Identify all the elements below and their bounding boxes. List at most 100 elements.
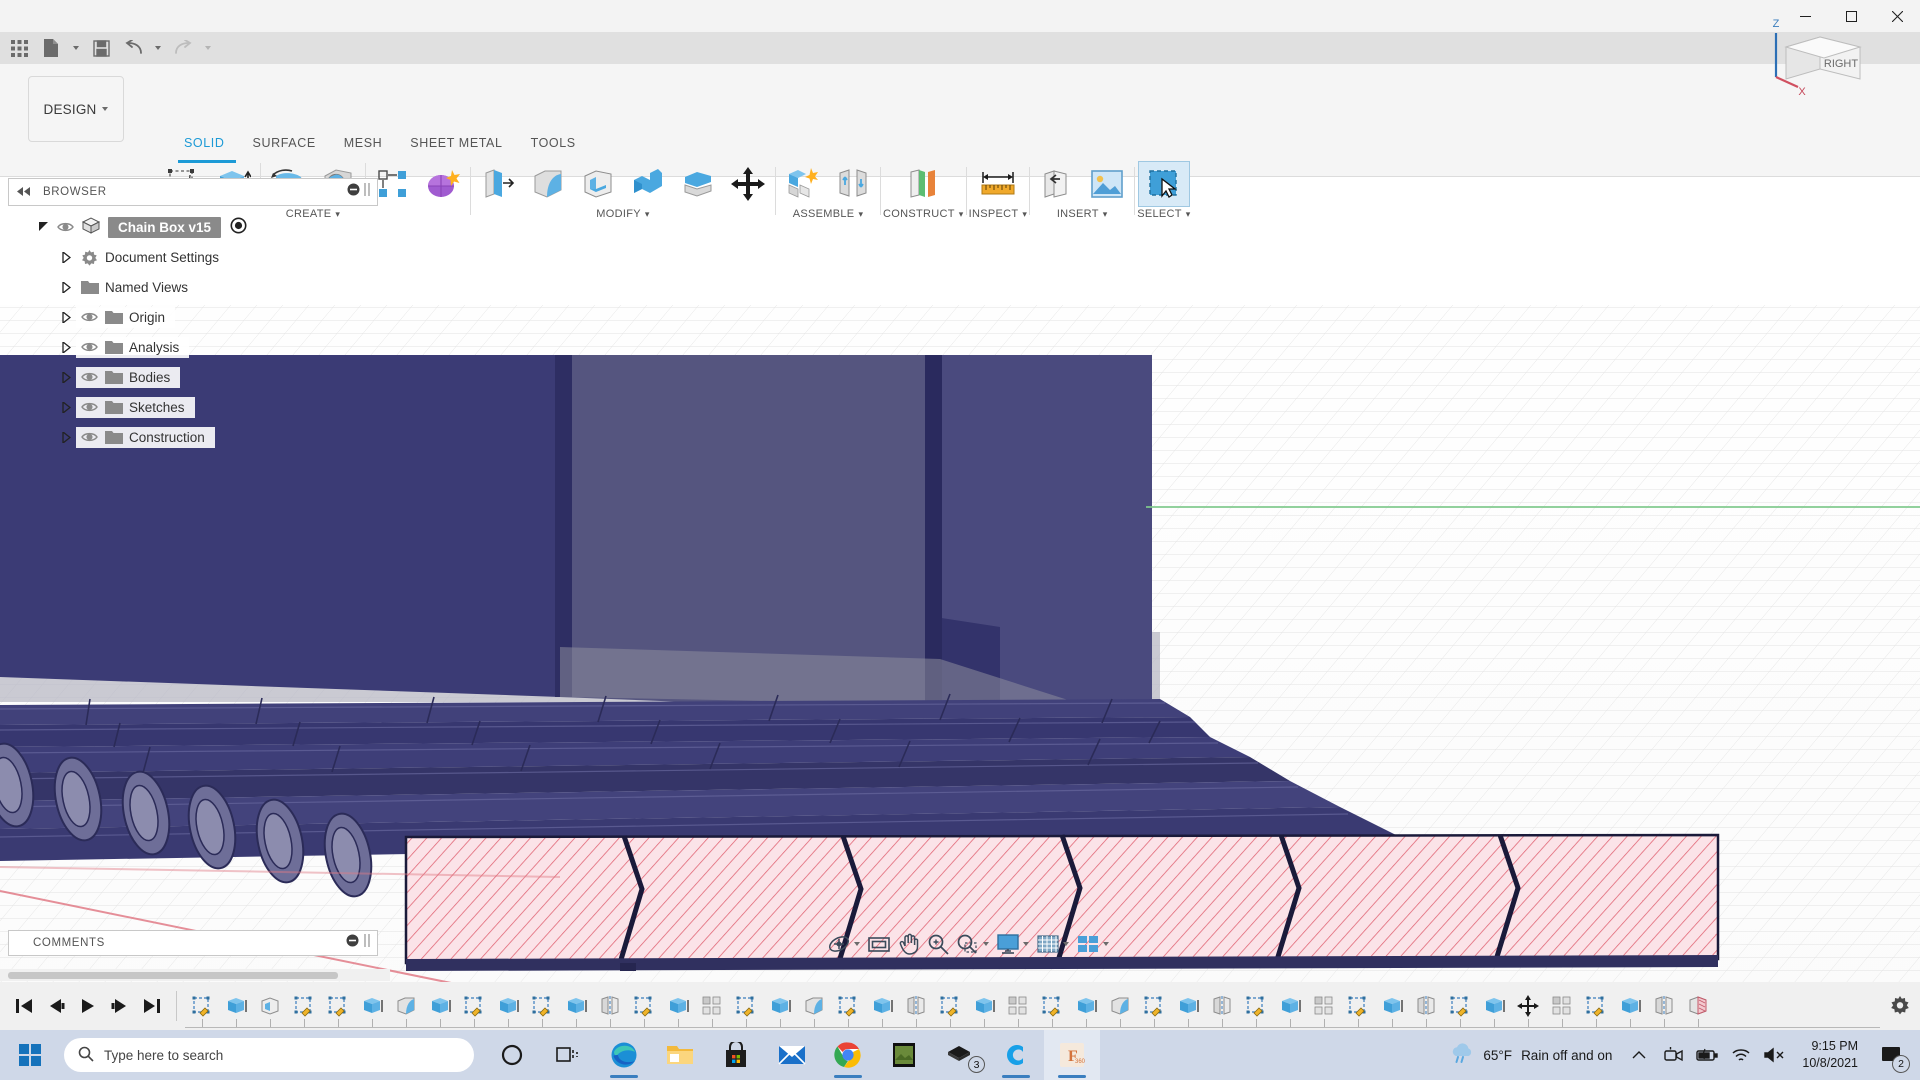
- expand-twisty-icon[interactable]: [56, 371, 76, 383]
- tree-item-analysis[interactable]: Analysis: [8, 332, 378, 362]
- timeline-feature[interactable]: [1171, 988, 1205, 1028]
- timeline-feature[interactable]: [627, 988, 661, 1028]
- timeline-feature[interactable]: [219, 988, 253, 1028]
- timeline-feature[interactable]: [729, 988, 763, 1028]
- books-icon[interactable]: 3: [932, 1030, 988, 1080]
- select-icon[interactable]: [1137, 160, 1190, 207]
- tree-item-named-views[interactable]: Named Views: [8, 272, 378, 302]
- press-pull-icon[interactable]: [473, 161, 523, 207]
- visibility-eye-icon[interactable]: [81, 311, 98, 324]
- timeline-feature[interactable]: [1477, 988, 1511, 1028]
- jump-to-end-button[interactable]: [136, 988, 168, 1024]
- visibility-eye-icon[interactable]: [57, 221, 74, 234]
- mail-icon[interactable]: [764, 1030, 820, 1080]
- group-label-inspect[interactable]: INSPECT ▾: [969, 207, 1028, 223]
- timeline-feature[interactable]: [933, 988, 967, 1028]
- network-icon[interactable]: [1724, 1030, 1758, 1080]
- group-label-select[interactable]: SELECT ▾: [1137, 207, 1190, 223]
- group-label-modify[interactable]: MODIFY ▾: [596, 207, 649, 223]
- volume-muted-icon[interactable]: [1758, 1030, 1792, 1080]
- tab-solid[interactable]: SOLID: [170, 136, 239, 158]
- timeline-feature[interactable]: [865, 988, 899, 1028]
- weather-widget[interactable]: 65°F Rain off and on: [1440, 1042, 1622, 1068]
- workspace-switcher-button[interactable]: DESIGN: [28, 76, 124, 142]
- notification-center-button[interactable]: 2: [1868, 1030, 1914, 1080]
- file-explorer-icon[interactable]: [652, 1030, 708, 1080]
- offset-face-icon[interactable]: [673, 161, 723, 207]
- insert-derive-icon[interactable]: [1032, 161, 1082, 207]
- timeline-feature[interactable]: [355, 988, 389, 1028]
- active-component-radio[interactable]: [230, 217, 247, 237]
- expand-twisty-icon[interactable]: [56, 431, 76, 443]
- timeline-feature[interactable]: [1035, 988, 1069, 1028]
- timeline-feature[interactable]: [1137, 988, 1171, 1028]
- play-button[interactable]: [72, 988, 104, 1024]
- comments-minimize-icon[interactable]: [346, 934, 359, 952]
- timeline-feature[interactable]: [1273, 988, 1307, 1028]
- timeline-feature[interactable]: [1579, 988, 1613, 1028]
- expand-twisty-icon[interactable]: [34, 221, 54, 233]
- fillet-icon[interactable]: [523, 161, 573, 207]
- timeline-feature-list[interactable]: [185, 984, 1880, 1028]
- view-cube[interactable]: Z X RIGHT: [1762, 15, 1872, 115]
- microsoft-store-icon[interactable]: [708, 1030, 764, 1080]
- timeline-feature[interactable]: [967, 988, 1001, 1028]
- visibility-eye-icon[interactable]: [81, 431, 98, 444]
- chevron-up-icon[interactable]: [1622, 1030, 1656, 1080]
- undo-icon[interactable]: [118, 34, 148, 62]
- cortana-icon[interactable]: [484, 1030, 540, 1080]
- timeline-feature[interactable]: [1001, 988, 1035, 1028]
- step-back-button[interactable]: [40, 988, 72, 1024]
- taskbar-search-box[interactable]: Type here to search: [64, 1038, 474, 1072]
- tree-item-bodies[interactable]: Bodies: [8, 362, 378, 392]
- group-label-assemble[interactable]: ASSEMBLE ▾: [793, 207, 864, 223]
- photos-icon[interactable]: [876, 1030, 932, 1080]
- comments-resize-handle[interactable]: [364, 934, 371, 952]
- view-cube-body[interactable]: RIGHT: [1784, 36, 1862, 80]
- shell-icon[interactable]: [573, 161, 623, 207]
- offset-plane-icon[interactable]: [896, 161, 950, 207]
- timeline-feature[interactable]: [661, 988, 695, 1028]
- timeline-feature[interactable]: [1239, 988, 1273, 1028]
- visibility-eye-icon[interactable]: [81, 401, 98, 414]
- timeline-feature[interactable]: [1205, 988, 1239, 1028]
- tab-mesh[interactable]: MESH: [330, 136, 397, 158]
- timeline-feature[interactable]: [763, 988, 797, 1028]
- grid-snaps-icon[interactable]: [1033, 930, 1072, 958]
- task-view-icon[interactable]: [540, 1030, 596, 1080]
- timeline-feature[interactable]: [287, 988, 321, 1028]
- tree-item-construction[interactable]: Construction: [8, 422, 378, 452]
- timeline-feature[interactable]: [185, 988, 219, 1028]
- viewport-horizontal-scrollbar[interactable]: [0, 969, 390, 981]
- battery-icon[interactable]: [1690, 1030, 1724, 1080]
- fusion360-icon[interactable]: F 360: [1044, 1030, 1100, 1080]
- save-icon[interactable]: [86, 34, 116, 62]
- timeline-feature[interactable]: [1103, 988, 1137, 1028]
- microsoft-edge-icon[interactable]: [596, 1030, 652, 1080]
- look-at-icon[interactable]: [864, 930, 894, 958]
- tab-tools[interactable]: TOOLS: [517, 136, 590, 158]
- timeline-feature[interactable]: [1681, 988, 1715, 1028]
- timeline-feature[interactable]: [389, 988, 423, 1028]
- expand-twisty-icon[interactable]: [56, 401, 76, 413]
- expand-twisty-icon[interactable]: [56, 281, 76, 293]
- timeline-feature[interactable]: [1443, 988, 1477, 1028]
- comments-panel[interactable]: COMMENTS: [8, 930, 378, 956]
- new-component-icon[interactable]: [778, 161, 828, 207]
- redo-icon[interactable]: [168, 34, 198, 62]
- undo-dropdown[interactable]: [150, 34, 166, 62]
- redo-dropdown[interactable]: [200, 34, 216, 62]
- zoom-window-icon[interactable]: [953, 930, 992, 958]
- form-icon[interactable]: [418, 161, 468, 207]
- timeline-feature[interactable]: [1545, 988, 1579, 1028]
- group-label-insert[interactable]: INSERT ▾: [1057, 207, 1108, 223]
- timeline-feature[interactable]: [593, 988, 627, 1028]
- window-close-button[interactable]: [1874, 0, 1920, 32]
- group-label-construct[interactable]: CONSTRUCT ▾: [883, 207, 964, 223]
- expand-twisty-icon[interactable]: [56, 251, 76, 263]
- grid-menu-icon[interactable]: [4, 34, 34, 62]
- timeline-feature[interactable]: [525, 988, 559, 1028]
- timeline-feature[interactable]: [423, 988, 457, 1028]
- tab-surface[interactable]: SURFACE: [239, 136, 330, 158]
- timeline-feature[interactable]: [491, 988, 525, 1028]
